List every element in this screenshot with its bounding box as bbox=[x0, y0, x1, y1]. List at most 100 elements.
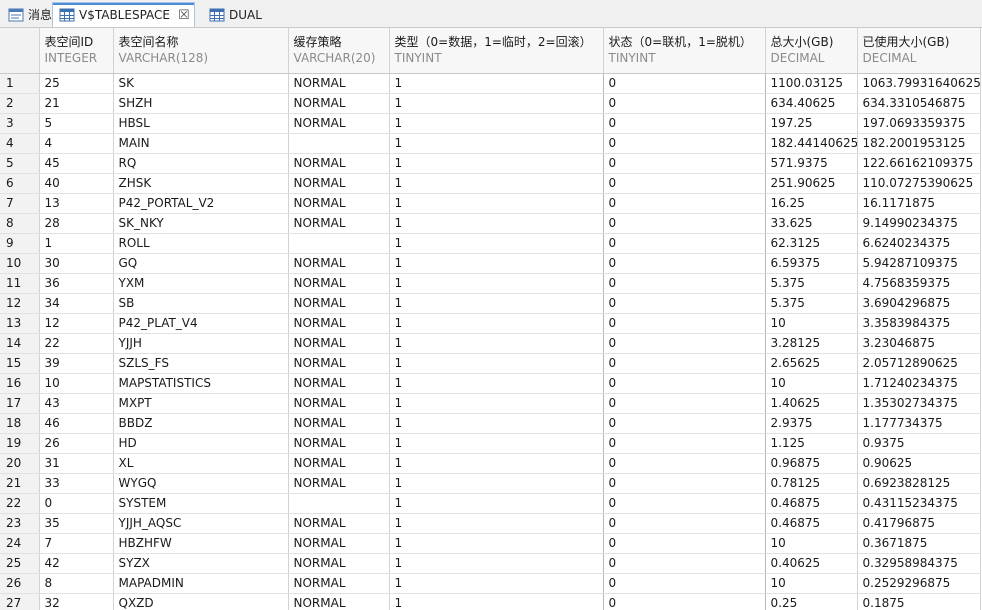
table-cell[interactable]: HBZHFW bbox=[113, 533, 289, 554]
close-tab-icon[interactable]: ☒ bbox=[178, 8, 190, 23]
table-cell[interactable]: 0 bbox=[603, 93, 766, 114]
column-header[interactable]: 总大小(GB) DECIMAL bbox=[765, 28, 858, 74]
table-cell[interactable]: 10 bbox=[765, 313, 858, 334]
table-cell[interactable]: 0 bbox=[603, 353, 766, 374]
table-cell[interactable]: 1.71240234375 bbox=[857, 373, 981, 394]
table-row[interactable]: 7 13 P42_PORTAL_V2 NORMAL 1 0 16.25 16.1171875 bbox=[0, 193, 981, 214]
table-cell[interactable]: 0 bbox=[603, 513, 766, 534]
table-cell[interactable]: NORMAL bbox=[288, 273, 390, 294]
table-cell[interactable]: 0 bbox=[603, 293, 766, 314]
table-cell[interactable]: QXZD bbox=[113, 593, 289, 610]
table-cell[interactable]: 8 bbox=[39, 573, 114, 594]
table-cell[interactable]: 0.46875 bbox=[765, 493, 858, 514]
table-cell[interactable]: 32 bbox=[39, 593, 114, 610]
table-cell[interactable]: NORMAL bbox=[288, 453, 390, 474]
table-cell[interactable]: 1 bbox=[389, 473, 604, 494]
table-cell[interactable]: RQ bbox=[113, 153, 289, 174]
table-cell[interactable]: 1 bbox=[389, 333, 604, 354]
table-row[interactable]: 24 7 HBZHFW NORMAL 1 0 10 0.3671875 bbox=[0, 533, 981, 554]
table-cell[interactable]: NORMAL bbox=[288, 533, 390, 554]
table-cell[interactable]: GQ bbox=[113, 253, 289, 274]
table-cell[interactable]: SZLS_FS bbox=[113, 353, 289, 374]
table-cell[interactable]: MAPADMIN bbox=[113, 573, 289, 594]
table-cell[interactable]: SB bbox=[113, 293, 289, 314]
table-cell[interactable]: 43 bbox=[39, 393, 114, 414]
table-cell[interactable]: 0.25 bbox=[765, 593, 858, 610]
table-cell[interactable]: NORMAL bbox=[288, 513, 390, 534]
table-cell[interactable]: 1 bbox=[389, 453, 604, 474]
table-cell[interactable]: NORMAL bbox=[288, 113, 390, 134]
table-cell[interactable]: 634.3310546875 bbox=[857, 93, 981, 114]
table-cell[interactable]: 1 bbox=[389, 173, 604, 194]
table-cell[interactable]: 3.28125 bbox=[765, 333, 858, 354]
table-cell[interactable]: 25 bbox=[39, 73, 114, 94]
table-cell[interactable]: 16.25 bbox=[765, 193, 858, 214]
table-cell[interactable]: 0 bbox=[603, 533, 766, 554]
table-cell[interactable]: NORMAL bbox=[288, 293, 390, 314]
table-cell[interactable]: 0.32958984375 bbox=[857, 553, 981, 574]
tab-dual[interactable]: DUAL bbox=[203, 2, 265, 27]
table-cell[interactable]: 0 bbox=[603, 473, 766, 494]
table-cell[interactable]: 9.14990234375 bbox=[857, 213, 981, 234]
table-cell[interactable]: 0.3671875 bbox=[857, 533, 981, 554]
table-row[interactable]: 18 46 BBDZ NORMAL 1 0 2.9375 1.177734375 bbox=[0, 413, 981, 434]
table-cell[interactable]: NORMAL bbox=[288, 73, 390, 94]
table-cell[interactable]: 1.35302734375 bbox=[857, 393, 981, 414]
table-cell[interactable]: 0 bbox=[603, 453, 766, 474]
table-cell[interactable]: 0 bbox=[603, 73, 766, 94]
table-cell[interactable]: 1 bbox=[389, 233, 604, 254]
table-row[interactable]: 26 8 MAPADMIN NORMAL 1 0 10 0.2529296875 bbox=[0, 573, 981, 594]
table-cell[interactable]: 1 bbox=[389, 513, 604, 534]
table-cell[interactable]: 2.65625 bbox=[765, 353, 858, 374]
table-cell[interactable]: NORMAL bbox=[288, 393, 390, 414]
table-row[interactable]: 17 43 MXPT NORMAL 1 0 1.40625 1.35302734375 bbox=[0, 393, 981, 414]
table-cell[interactable]: 1 bbox=[389, 533, 604, 554]
table-cell[interactable]: 1 bbox=[389, 293, 604, 314]
table-row[interactable]: 20 31 XL NORMAL 1 0 0.96875 0.90625 bbox=[0, 453, 981, 474]
table-cell[interactable]: 0 bbox=[603, 593, 766, 610]
table-cell[interactable]: 0 bbox=[603, 173, 766, 194]
table-cell[interactable] bbox=[288, 493, 390, 514]
column-header[interactable]: 类型（0=数据，1=临时，2=回滚） TINYINT bbox=[389, 28, 604, 74]
table-cell[interactable]: 31 bbox=[39, 453, 114, 474]
table-cell[interactable]: NORMAL bbox=[288, 93, 390, 114]
table-cell[interactable]: 0.78125 bbox=[765, 473, 858, 494]
table-cell[interactable]: NORMAL bbox=[288, 353, 390, 374]
table-cell[interactable]: 0 bbox=[603, 213, 766, 234]
table-row[interactable]: 4 4 MAIN 1 0 182.44140625 182.2001953125 bbox=[0, 133, 981, 154]
table-cell[interactable]: NORMAL bbox=[288, 153, 390, 174]
table-row[interactable]: 21 33 WYGQ NORMAL 1 0 0.78125 0.6923828125 bbox=[0, 473, 981, 494]
table-cell[interactable]: HBSL bbox=[113, 113, 289, 134]
table-cell[interactable]: 62.3125 bbox=[765, 233, 858, 254]
table-cell[interactable]: NORMAL bbox=[288, 413, 390, 434]
table-cell[interactable]: NORMAL bbox=[288, 373, 390, 394]
table-cell[interactable]: SK_NKY bbox=[113, 213, 289, 234]
table-row[interactable]: 14 22 YJJH NORMAL 1 0 3.28125 3.23046875 bbox=[0, 333, 981, 354]
table-cell[interactable]: 1.125 bbox=[765, 433, 858, 454]
table-cell[interactable]: 182.44140625 bbox=[765, 133, 858, 154]
table-row[interactable]: 12 34 SB NORMAL 1 0 5.375 3.6904296875 bbox=[0, 293, 981, 314]
table-cell[interactable]: 12 bbox=[39, 313, 114, 334]
table-cell[interactable]: 0 bbox=[603, 553, 766, 574]
table-cell[interactable]: 46 bbox=[39, 413, 114, 434]
table-cell[interactable]: 1063.79931640625 bbox=[857, 73, 981, 94]
table-cell[interactable]: 0 bbox=[603, 433, 766, 454]
table-cell[interactable]: 33.625 bbox=[765, 213, 858, 234]
table-cell[interactable]: 0.9375 bbox=[857, 433, 981, 454]
table-cell[interactable]: 1 bbox=[389, 393, 604, 414]
table-cell[interactable]: 21 bbox=[39, 93, 114, 114]
table-cell[interactable]: WYGQ bbox=[113, 473, 289, 494]
table-cell[interactable]: 0 bbox=[603, 393, 766, 414]
table-cell[interactable]: 10 bbox=[765, 373, 858, 394]
table-cell[interactable]: NORMAL bbox=[288, 213, 390, 234]
table-cell[interactable]: 30 bbox=[39, 253, 114, 274]
table-cell[interactable]: 2.9375 bbox=[765, 413, 858, 434]
table-cell[interactable]: NORMAL bbox=[288, 313, 390, 334]
table-cell[interactable]: 7 bbox=[39, 533, 114, 554]
table-cell[interactable]: 36 bbox=[39, 273, 114, 294]
table-cell[interactable]: 42 bbox=[39, 553, 114, 574]
table-cell[interactable]: 1 bbox=[389, 213, 604, 234]
table-cell[interactable]: 10 bbox=[765, 533, 858, 554]
table-cell[interactable]: NORMAL bbox=[288, 173, 390, 194]
column-header[interactable]: 表空间ID INTEGER bbox=[39, 28, 114, 74]
